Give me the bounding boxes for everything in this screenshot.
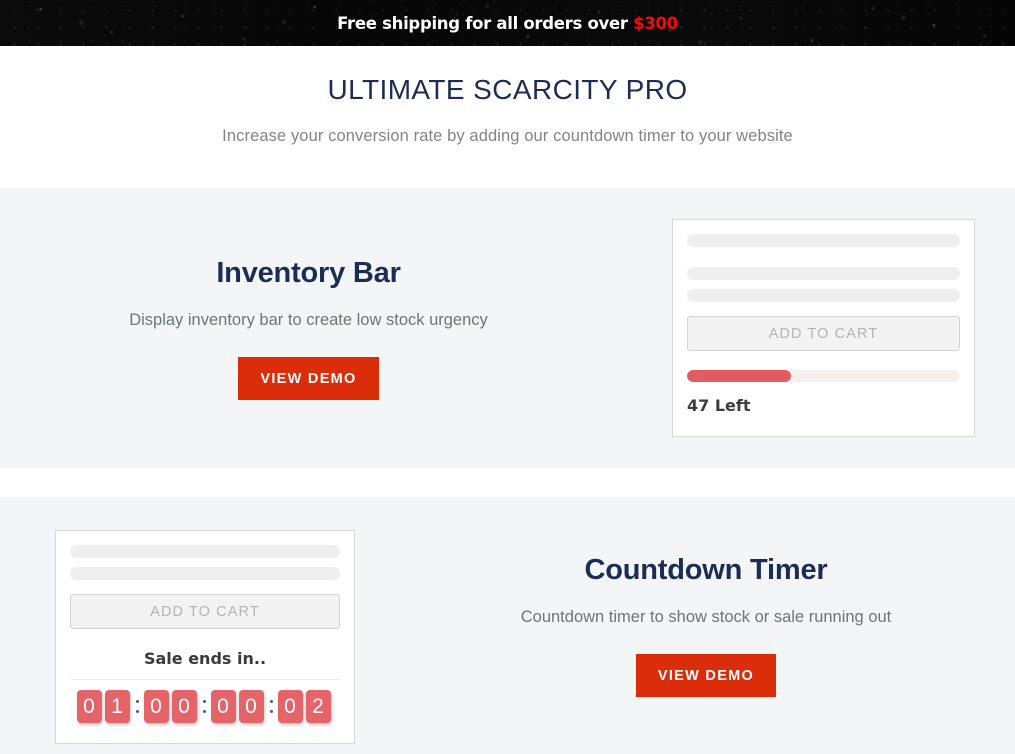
preview-add-to-cart-button[interactable]: ADD TO CART	[70, 594, 340, 629]
countdown-timer-text-column: Countdown Timer Countdown timer to show …	[397, 554, 1015, 697]
countdown-digit: 0	[143, 690, 169, 723]
skeleton-line	[70, 567, 340, 580]
inventory-progress-fill	[687, 370, 791, 382]
inventory-bar-title: Inventory Bar	[216, 256, 401, 289]
announcement-bar: Free shipping for all orders over $300	[0, 0, 1015, 46]
skeleton-line	[70, 545, 340, 558]
inventory-stock-label: 47 Left	[687, 396, 751, 415]
countdown-digit: 0	[171, 690, 197, 723]
announcement-text: Free shipping for all orders over $300	[337, 14, 678, 33]
countdown-digit: 2	[305, 690, 331, 723]
skeleton-line	[687, 289, 960, 302]
countdown-digit: 1	[104, 690, 130, 723]
inventory-bar-description: Display inventory bar to create low stoc…	[129, 310, 488, 329]
countdown-separator	[200, 700, 210, 713]
page-subtitle: Increase your conversion rate by adding …	[222, 126, 793, 145]
inventory-bar-view-demo-button[interactable]: VIEW DEMO	[238, 356, 379, 400]
countdown-timer-description: Countdown timer to show stock or sale ru…	[520, 608, 892, 626]
inventory-bar-text-column: Inventory Bar Display inventory bar to c…	[0, 257, 617, 400]
divider	[70, 679, 340, 680]
countdown-digit: 0	[277, 690, 303, 723]
countdown-digit: 0	[238, 690, 264, 723]
countdown-digit: 0	[76, 690, 102, 723]
section-divider	[0, 468, 1015, 497]
preview-add-to-cart-button[interactable]: ADD TO CART	[687, 316, 960, 351]
inventory-progress-track	[687, 370, 960, 382]
announcement-amount: $300	[633, 13, 678, 33]
countdown-timer-title: Countdown Timer	[584, 554, 828, 586]
page-root: Free shipping for all orders over $300 U…	[0, 0, 1015, 754]
skeleton-line	[687, 234, 960, 247]
countdown-separator	[267, 700, 277, 713]
hero-section: ULTIMATE SCARCITY PRO Increase your conv…	[0, 46, 1015, 188]
countdown-clock: 01000002	[70, 690, 340, 723]
sale-ends-label: Sale ends in..	[143, 649, 267, 668]
countdown-timer-view-demo-button[interactable]: VIEW DEMO	[635, 654, 777, 697]
countdown-timer-preview-card: ADD TO CART Sale ends in.. 01000002	[55, 530, 355, 744]
countdown-separator	[133, 700, 143, 713]
skeleton-line	[687, 267, 960, 280]
page-title: ULTIMATE SCARCITY PRO	[327, 74, 688, 105]
countdown-digit: 0	[210, 690, 236, 723]
announcement-text-prefix: Free shipping for all orders over	[337, 13, 634, 33]
inventory-bar-preview-card: ADD TO CART 47 Left	[672, 219, 975, 437]
